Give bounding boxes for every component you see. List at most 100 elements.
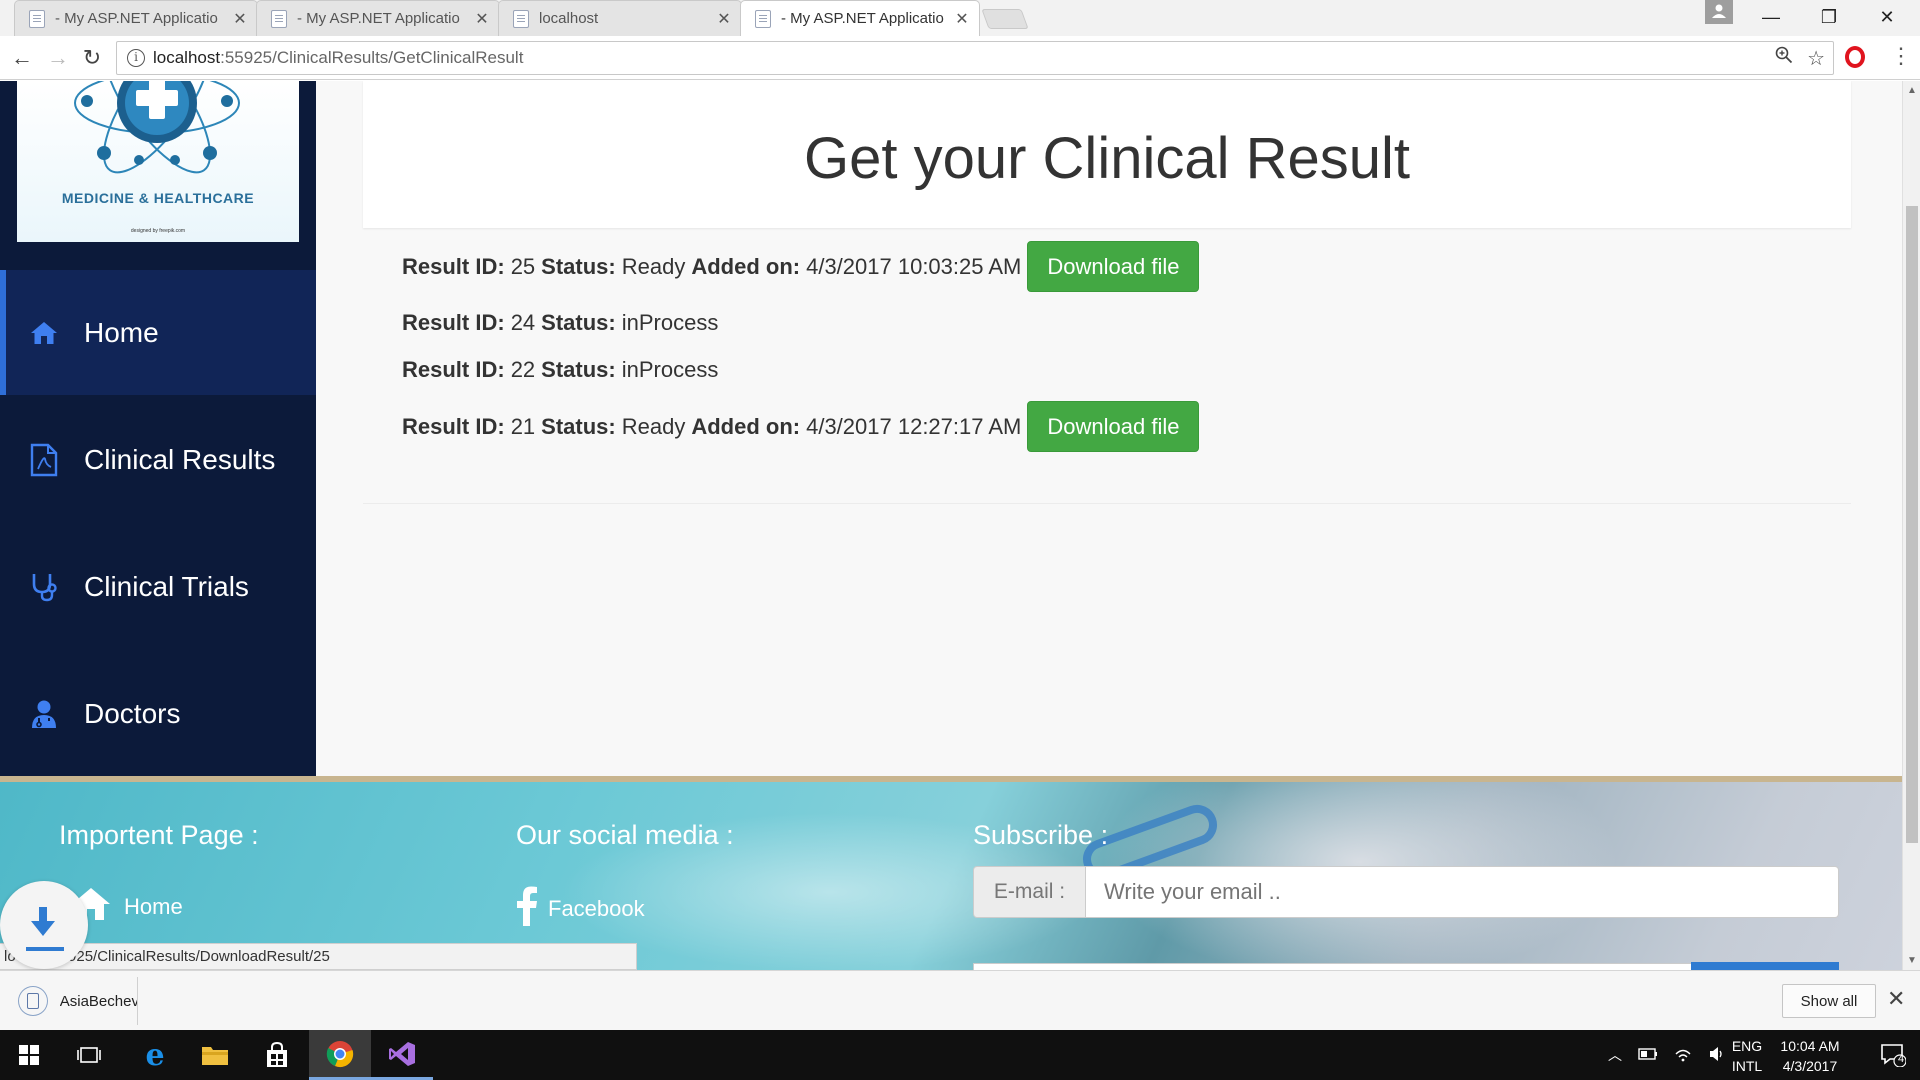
- start-button[interactable]: [0, 1030, 58, 1080]
- download-progress-button[interactable]: [0, 881, 88, 969]
- sidebar-item-clinical-trials[interactable]: Clinical Trials: [0, 524, 316, 649]
- status-value: Ready: [621, 413, 686, 439]
- restore-button[interactable]: ❐: [1800, 0, 1858, 36]
- show-hidden-icons-icon[interactable]: ︿: [1608, 1045, 1622, 1065]
- social-media-heading: Our social media :: [516, 820, 734, 850]
- chrome-icon: [326, 1040, 354, 1067]
- download-arrow-icon: [31, 907, 55, 936]
- bookmark-star-icon[interactable]: ☆: [1807, 46, 1825, 71]
- task-view-button[interactable]: [58, 1030, 120, 1080]
- stethoscope-icon: [28, 571, 60, 603]
- email-field[interactable]: [1086, 866, 1839, 918]
- browser-menu-icon[interactable]: ⋮: [1890, 44, 1912, 68]
- clock-date: 4/3/2017: [1782, 1058, 1838, 1074]
- result-id-label: Result ID:: [402, 253, 505, 279]
- scrollbar-thumb[interactable]: [1906, 206, 1918, 843]
- email-label: E-mail :: [973, 866, 1086, 918]
- taskbar-file-explorer[interactable]: [184, 1030, 246, 1080]
- added-on-label: Added on:: [691, 413, 801, 439]
- volume-icon[interactable]: [1708, 1046, 1726, 1065]
- browser-tab-active[interactable]: - My ASP.NET Applicatio ✕: [740, 0, 980, 36]
- taskbar-edge[interactable]: e: [124, 1030, 186, 1080]
- download-progress-bar: [26, 947, 64, 951]
- reload-icon[interactable]: ↻: [78, 44, 106, 72]
- notification-count: 4: [1898, 1053, 1905, 1065]
- tab-close-icon[interactable]: ✕: [953, 9, 971, 29]
- url-host: localhost: [153, 48, 221, 67]
- sidebar-item-label: Home: [84, 316, 159, 348]
- taskbar-store[interactable]: [246, 1030, 308, 1080]
- back-icon[interactable]: ←: [8, 44, 36, 72]
- page-favicon-icon: [755, 9, 771, 28]
- action-center-button[interactable]: 4: [1866, 1030, 1920, 1080]
- status-label: Status:: [541, 310, 616, 335]
- footer-link-label: Home: [124, 894, 183, 919]
- download-file-button[interactable]: Download file: [1027, 401, 1200, 452]
- tab-close-icon[interactable]: ✕: [231, 9, 249, 29]
- result-row: Result ID: 22 Status: inProcess: [402, 355, 718, 385]
- sidebar-item-doctors[interactable]: Doctors: [0, 651, 316, 776]
- profile-icon[interactable]: [1705, 0, 1733, 24]
- system-tray: ︿: [1608, 1030, 1726, 1080]
- sidebar-item-clinical-results[interactable]: Clinical Results: [0, 397, 316, 522]
- browser-tab[interactable]: localhost ✕: [498, 0, 742, 36]
- sidebar-item-home[interactable]: Home: [0, 270, 316, 395]
- site-logo[interactable]: MEDICINE & HEALTHCARE designed by freepi…: [17, 81, 299, 242]
- result-id-value: 25: [510, 253, 536, 279]
- browser-toolbar: ← → ↻ i localhost:55925/ClinicalResults/…: [0, 36, 1920, 80]
- url-path: :55925/ClinicalResults/GetClinicalResult: [220, 48, 524, 67]
- download-file-button[interactable]: Download file: [1027, 241, 1200, 292]
- minimize-button[interactable]: —: [1742, 0, 1800, 36]
- page-favicon-icon: [513, 9, 529, 28]
- download-item-name: AsiaBechev: [59, 992, 137, 1010]
- site-info-icon[interactable]: i: [127, 49, 145, 67]
- opera-extension-icon[interactable]: [1845, 46, 1865, 68]
- new-tab-button[interactable]: [981, 9, 1029, 29]
- subscribe-heading: Subscribe :: [973, 820, 1109, 850]
- tab-title: - My ASP.NET Applicatio: [55, 10, 218, 27]
- subscribe-button[interactable]: [1691, 962, 1839, 970]
- edge-icon: e: [145, 1037, 165, 1073]
- tab-close-icon[interactable]: ✕: [715, 9, 733, 29]
- input-language-indicator[interactable]: ENG INTL: [1725, 1036, 1769, 1076]
- wifi-icon[interactable]: [1674, 1046, 1692, 1065]
- added-on-label: Added on:: [691, 253, 801, 279]
- zoom-icon[interactable]: [1775, 46, 1793, 71]
- facebook-icon: [516, 886, 538, 932]
- keyboard-layout: INTL: [1731, 1058, 1763, 1074]
- result-row: Result ID: 25 Status: Ready Added on: 4/…: [402, 241, 1200, 292]
- battery-icon[interactable]: [1638, 1047, 1658, 1063]
- taskbar-visual-studio[interactable]: [371, 1030, 433, 1080]
- added-on-value: 4/3/2017 12:27:17 AM: [806, 413, 1022, 439]
- system-clock[interactable]: 10:04 AM 4/3/2017: [1766, 1036, 1854, 1076]
- screen: - My ASP.NET Applicatio ✕ - My ASP.NET A…: [0, 0, 1920, 1080]
- close-window-button[interactable]: ✕: [1858, 0, 1916, 36]
- scroll-down-icon[interactable]: ▼: [1903, 955, 1920, 966]
- scroll-up-icon[interactable]: ▲: [1903, 85, 1920, 96]
- page-favicon-icon: [29, 9, 45, 28]
- download-item[interactable]: AsiaBechev: [0, 977, 138, 1025]
- close-shelf-icon[interactable]: ✕: [1887, 986, 1905, 1012]
- show-all-downloads-button[interactable]: Show all: [1782, 984, 1876, 1018]
- taskbar-chrome[interactable]: [309, 1030, 371, 1080]
- result-id-label: Result ID:: [402, 357, 505, 382]
- sidebar-item-label: Clinical Trials: [84, 570, 249, 602]
- store-icon: [267, 1042, 287, 1067]
- status-label: Status:: [541, 413, 616, 439]
- added-on-value: 4/3/2017 10:03:25 AM: [806, 253, 1022, 279]
- browser-tab[interactable]: - My ASP.NET Applicatio ✕: [14, 0, 258, 36]
- browser-tab[interactable]: - My ASP.NET Applicatio ✕: [256, 0, 500, 36]
- tab-title: localhost: [539, 10, 599, 27]
- page-viewport: MEDICINE & HEALTHCARE designed by freepi…: [0, 81, 1902, 970]
- visual-studio-icon: [389, 1041, 415, 1066]
- forward-icon[interactable]: →: [44, 44, 72, 72]
- address-bar[interactable]: i localhost:55925/ClinicalResults/GetCli…: [116, 41, 1834, 75]
- status-link-url: 5925/ClinicalResults/DownloadResult/25: [59, 948, 330, 965]
- language-code: ENG: [1731, 1038, 1763, 1054]
- windows-taskbar: e ︿ ENG INTL 10:04 AM 4/3/2017 4: [0, 1030, 1920, 1080]
- result-id-label: Result ID:: [402, 413, 505, 439]
- footer-link-facebook[interactable]: Facebook: [516, 886, 645, 932]
- page-scrollbar[interactable]: ▲ ▼: [1902, 81, 1920, 970]
- tab-close-icon[interactable]: ✕: [473, 9, 491, 29]
- footer: Importent Page : Home Our social media :…: [0, 776, 1902, 970]
